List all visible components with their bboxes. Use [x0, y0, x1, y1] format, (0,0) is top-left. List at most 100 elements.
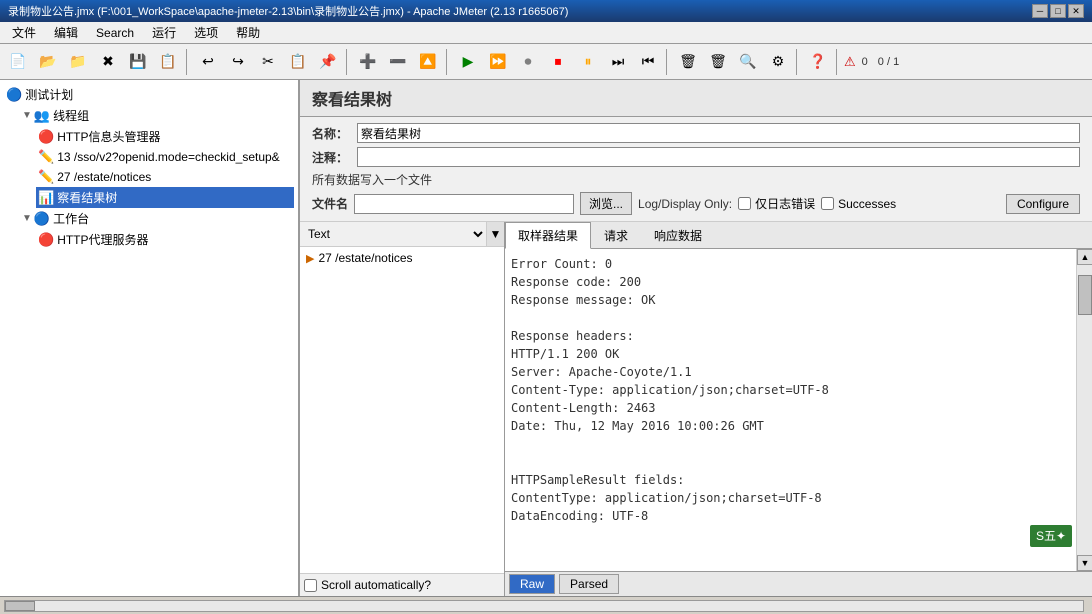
successes-checkbox[interactable] — [821, 197, 834, 210]
comment-label: 注释： — [312, 149, 357, 166]
file-row: 文件名 浏览... Log/Display Only: 仅日志错误 Succes… — [312, 192, 1080, 215]
http-header-icon: 🔴 — [38, 129, 54, 145]
scroll-down-button[interactable]: ▼ — [1077, 555, 1092, 571]
toolbar-start-no-pause[interactable]: ⏩ — [484, 48, 512, 76]
toolbar: 📄 📂 📁 ✖ 💾 📋 ↩ ↪ ✂ 📋 📌 ➕ ➖ 🔼 ▶ ⏩ ⏺ ⏹ ⏸ ⏭ … — [0, 44, 1092, 80]
dropdown-arrow-icon[interactable]: ▼ — [486, 222, 504, 246]
toolbar-remote-stop[interactable]: ⏮ — [634, 48, 662, 76]
result-label: 27 /estate/notices — [318, 251, 412, 265]
toolbar-stop[interactable]: ⏹ — [544, 48, 572, 76]
toolbar-cut[interactable]: ✂ — [254, 48, 282, 76]
thread-group-icon: 👥 — [34, 108, 50, 124]
toolbar-expand[interactable]: 🔼 — [414, 48, 442, 76]
title-buttons: ─ □ ✕ — [1032, 4, 1084, 18]
tree-item-http-proxy[interactable]: 🔴 HTTP代理服务器 — [36, 229, 294, 250]
toolbar-paste[interactable]: 📌 — [314, 48, 342, 76]
results-list: ▶ 27 /estate/notices — [300, 247, 504, 573]
tree-container: 🔵 测试计划 ▼ 👥 线程组 🔴 HTTP信息头管理器 ✏️ — [0, 80, 298, 596]
results-list-panel: Text ▼ ▶ 27 /estate/notices Scroll autom… — [300, 222, 505, 596]
toolbar-open[interactable]: 📁 — [64, 48, 92, 76]
bottom-tab-parsed[interactable]: Parsed — [559, 574, 619, 594]
name-input[interactable] — [357, 123, 1080, 143]
scroll-track — [1077, 265, 1092, 555]
toolbar-clear[interactable]: 🗑 — [674, 48, 702, 76]
title-bar: 录制物业公告.jmx (F:\001_WorkSpace\apache-jmet… — [0, 0, 1092, 22]
toolbar-sep3 — [446, 49, 450, 75]
tree-item-estate[interactable]: ✏️ 27 /estate/notices — [36, 167, 294, 187]
tab-request[interactable]: 请求 — [591, 222, 641, 248]
toolbar-validate[interactable]: ⏺ — [514, 48, 542, 76]
menu-edit[interactable]: 编辑 — [46, 22, 86, 43]
successes-group: Successes — [821, 197, 896, 211]
toolbar-save[interactable]: 💾 — [124, 48, 152, 76]
browse-button[interactable]: 浏览... — [580, 192, 632, 215]
tab-response-data[interactable]: 响应数据 — [641, 222, 715, 248]
results-content-text: Error Count: 0 Response code: 200 Respon… — [511, 255, 1070, 525]
tree-children-thread-group: 🔴 HTTP信息头管理器 ✏️ 13 /sso/v2?openid.mode=c… — [20, 126, 294, 208]
tree-item-test-plan[interactable]: 🔵 测试计划 — [4, 84, 294, 105]
configure-button[interactable]: Configure — [1006, 194, 1080, 214]
toolbar-remove[interactable]: ➖ — [384, 48, 412, 76]
menu-file[interactable]: 文件 — [4, 22, 44, 43]
menu-options[interactable]: 选项 — [186, 22, 226, 43]
results-area: Text ▼ ▶ 27 /estate/notices Scroll autom… — [300, 222, 1092, 596]
tree-label-thread-group: 线程组 — [53, 107, 89, 124]
results-scrollbar[interactable]: ▲ ▼ — [1076, 249, 1092, 571]
tree-item-view-results[interactable]: 📊 察看结果树 — [36, 187, 294, 208]
tree-item-sso[interactable]: ✏️ 13 /sso/v2?openid.mode=checkid_setup& — [36, 147, 294, 167]
comment-input[interactable] — [357, 147, 1080, 167]
tree-label-estate: 27 /estate/notices — [57, 170, 151, 184]
dropdown-bar: Text ▼ — [300, 222, 504, 247]
toolbar-redo[interactable]: ↪ — [224, 48, 252, 76]
toolbar-find[interactable]: 🔍 — [734, 48, 762, 76]
tree-label-test-plan: 测试计划 — [25, 86, 73, 103]
status-bar — [0, 596, 1092, 614]
toolbar-sep6 — [836, 49, 840, 75]
status-thumb — [5, 601, 35, 611]
toolbar-templates[interactable]: 📂 — [34, 48, 62, 76]
toolbar-undo[interactable]: ↩ — [194, 48, 222, 76]
toolbar-clear-all[interactable]: 🗑 — [704, 48, 732, 76]
successes-label: Successes — [838, 197, 896, 211]
menu-run[interactable]: 运行 — [144, 22, 184, 43]
toolbar-copy[interactable]: 📋 — [284, 48, 312, 76]
tree-item-thread-group[interactable]: ▼ 👥 线程组 — [20, 105, 294, 126]
results-dropdown[interactable]: Text — [300, 222, 486, 246]
tree-item-workbench[interactable]: ▼ 🔵 工作台 — [20, 208, 294, 229]
form-area: 名称： 注释： 所有数据写入一个文件 文件名 浏览... Log/Display… — [300, 117, 1092, 222]
errors-only-group: 仅日志错误 — [738, 195, 815, 212]
toolbar-save-as[interactable]: 📋 — [154, 48, 182, 76]
toolbar-sep1 — [186, 49, 190, 75]
tree-label-http-proxy: HTTP代理服务器 — [57, 231, 148, 248]
toolbar-sep5 — [796, 49, 800, 75]
tab-sampler-results[interactable]: 取样器结果 — [505, 222, 591, 249]
tree-item-http-header[interactable]: 🔴 HTTP信息头管理器 — [36, 126, 294, 147]
minimize-button[interactable]: ─ — [1032, 4, 1048, 18]
close-button[interactable]: ✕ — [1068, 4, 1084, 18]
scroll-thumb[interactable] — [1078, 275, 1092, 315]
file-input[interactable] — [354, 194, 574, 214]
menu-search[interactable]: Search — [88, 24, 142, 42]
bottom-tab-raw[interactable]: Raw — [509, 574, 555, 594]
estate-icon: ✏️ — [38, 169, 54, 185]
toolbar-function[interactable]: ⚙ — [764, 48, 792, 76]
toolbar-add[interactable]: ➕ — [354, 48, 382, 76]
tree-label-view-results: 察看结果树 — [57, 189, 117, 206]
scroll-auto-checkbox[interactable] — [304, 579, 317, 592]
toolbar-remote-start[interactable]: ⏭ — [604, 48, 632, 76]
toolbar-close[interactable]: ✖ — [94, 48, 122, 76]
workbench-icon: 🔵 — [34, 211, 50, 227]
menu-help[interactable]: 帮助 — [228, 22, 268, 43]
toolbar-shutdown[interactable]: ⏸ — [574, 48, 602, 76]
errors-only-checkbox[interactable] — [738, 197, 751, 210]
toolbar-start[interactable]: ▶ — [454, 48, 482, 76]
http-proxy-icon: 🔴 — [38, 232, 54, 248]
status-scrollbar[interactable] — [4, 600, 1084, 612]
list-item[interactable]: ▶ 27 /estate/notices — [302, 249, 502, 267]
toolbar-new[interactable]: 📄 — [4, 48, 32, 76]
toolbar-help[interactable]: ❓ — [804, 48, 832, 76]
scroll-up-button[interactable]: ▲ — [1077, 249, 1092, 265]
results-bottom-tabs: Raw Parsed — [505, 571, 1092, 596]
error-count: 0 — [858, 56, 872, 68]
maximize-button[interactable]: □ — [1050, 4, 1066, 18]
